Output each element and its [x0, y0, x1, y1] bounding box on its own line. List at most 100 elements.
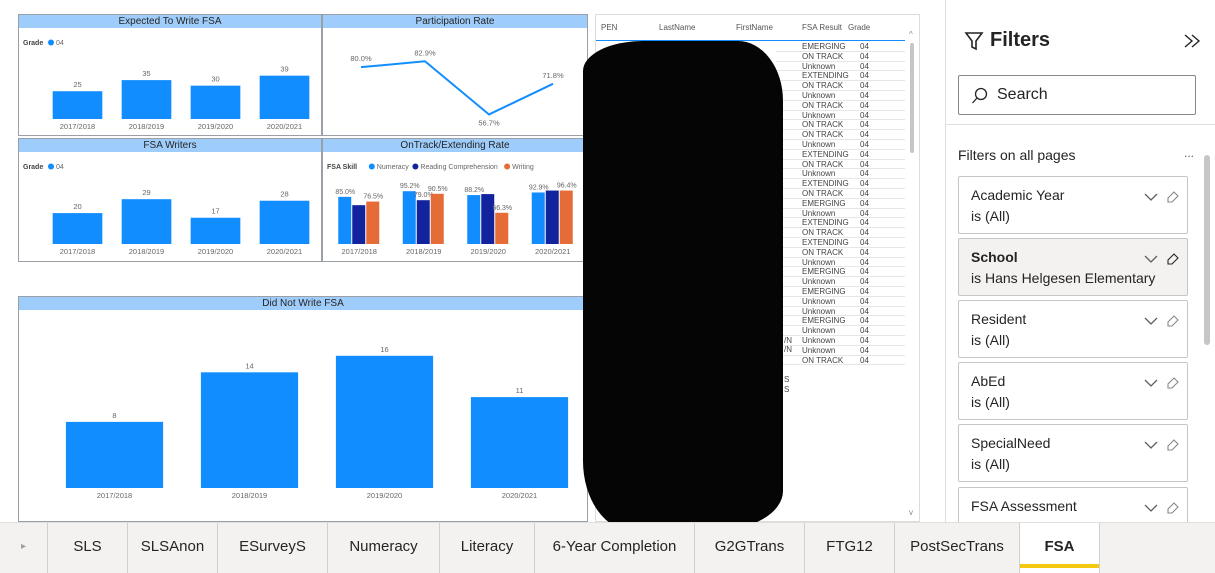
tab-ftg12[interactable]: FTG12: [805, 523, 895, 573]
tab-numeracy[interactable]: Numeracy: [328, 523, 440, 573]
fsa-result-cell: EXTENDING: [802, 218, 849, 228]
redaction-scribble: [583, 41, 783, 531]
eraser-icon[interactable]: [1166, 189, 1180, 203]
participation-chart-panel[interactable]: Participation Rate 80.0% 2017/2018 82.9% 20…: [322, 14, 588, 136]
chevron-down-icon[interactable]: [1144, 316, 1158, 326]
tab-esurveys[interactable]: ESurveyS: [218, 523, 328, 573]
filter-search-box[interactable]: Search: [958, 75, 1196, 115]
tab-label: PostSecTrans: [910, 538, 1004, 555]
col-grade[interactable]: Grade: [848, 23, 870, 32]
fsa-result-cell: EXTENDING: [802, 149, 849, 159]
data-label: 90.5%: [428, 186, 448, 193]
tab-postsectrans[interactable]: PostSecTrans: [895, 523, 1020, 573]
chevron-down-icon[interactable]: [1144, 378, 1158, 388]
ontrack-chart-panel[interactable]: OnTrack/Extending Rate FSA Skill Numeracy…: [322, 138, 588, 262]
col-fsa-result[interactable]: FSA Result: [802, 23, 842, 32]
grade-cell: 04: [860, 169, 869, 179]
col-firstname[interactable]: FirstName: [736, 23, 773, 32]
bar: [531, 192, 545, 244]
grade-cell: 04: [860, 159, 869, 169]
tab-6-year-completion[interactable]: 6-Year Completion: [535, 523, 695, 573]
filter-value: is Hans Helgesen Elementary: [971, 270, 1156, 286]
collapse-pane-icon[interactable]: [1182, 32, 1202, 50]
grade-cell: 04: [860, 277, 869, 287]
table-scrollbar[interactable]: ^ v: [908, 29, 916, 517]
grade-cell: 04: [860, 267, 869, 277]
tab-scroll-left-icon[interactable]: ▸: [0, 523, 48, 573]
tab-sls[interactable]: SLS: [48, 523, 128, 573]
data-label: 56.7%: [478, 118, 500, 127]
tab-label: 6-Year Completion: [552, 538, 677, 555]
chevron-down-icon[interactable]: [1144, 254, 1158, 264]
filter-value: is (All): [971, 208, 1010, 224]
fsa-result-cell: EXTENDING: [802, 238, 849, 247]
tab-literacy[interactable]: Literacy: [440, 523, 535, 573]
tab-fsa[interactable]: FSA: [1020, 523, 1100, 573]
grade-cell: 04: [860, 110, 869, 120]
tab-label: Literacy: [460, 538, 514, 555]
legend-marker: [368, 163, 375, 170]
filter-card[interactable]: School is Hans Helgesen Elementary: [958, 238, 1188, 296]
grade-cell: 04: [860, 198, 869, 208]
tab-slsanon[interactable]: SLSAnon: [128, 523, 218, 573]
bar: [416, 200, 430, 244]
filter-value: is (All): [971, 456, 1010, 472]
filters-section-label: Filters on all pages: [958, 147, 1076, 163]
bar: [200, 372, 299, 488]
eraser-icon[interactable]: [1166, 437, 1180, 451]
chevron-down-icon[interactable]: [1144, 192, 1158, 202]
filter-value: is (All): [971, 394, 1010, 410]
data-label: 96.4%: [557, 183, 577, 190]
filters-divider: [946, 124, 1215, 125]
legend-marker: [412, 163, 419, 170]
expected-chart-panel[interactable]: Expected To Write FSA Grade 04 25 2017/2018…: [18, 14, 322, 136]
svg-text:^: ^: [909, 30, 913, 39]
filter-card[interactable]: SpecialNeed is (All): [958, 424, 1188, 482]
col-lastname[interactable]: LastName: [659, 23, 695, 32]
grade-cell: 04: [860, 257, 869, 267]
grade-cell: 04: [860, 91, 869, 100]
legend-marker: [48, 39, 54, 46]
chevron-down-icon[interactable]: [1144, 440, 1158, 450]
x-tick-label: 2018/2019: [129, 122, 164, 131]
fsa-result-cell: Unknown: [802, 336, 836, 345]
filters-scrollbar[interactable]: [1204, 155, 1210, 345]
x-tick-label: 2017/2018: [342, 247, 377, 256]
legend-marker: [504, 163, 511, 170]
fsa-result-cell: ON TRACK: [802, 100, 844, 110]
filter-card[interactable]: AbEd is (All): [958, 362, 1188, 420]
legend-label: 04: [56, 164, 64, 171]
bar: [352, 205, 366, 244]
tab-label: FTG12: [826, 538, 873, 555]
chevron-down-icon[interactable]: [1144, 503, 1158, 513]
x-tick-label: 2019/2020: [471, 135, 506, 136]
eraser-icon[interactable]: [1166, 500, 1180, 514]
more-options-icon[interactable]: ...: [1184, 146, 1194, 160]
didnot-chart-title: Did Not Write FSA: [19, 297, 587, 310]
firstname-fragment: S: [784, 384, 790, 394]
firstname-fragment: S: [784, 374, 790, 384]
grade-cell: 04: [860, 296, 869, 306]
filter-card[interactable]: Academic Year is (All): [958, 176, 1188, 234]
eraser-icon[interactable]: [1166, 251, 1180, 265]
filter-name: AbEd: [971, 373, 1006, 389]
fsa-result-cell: Unknown: [802, 169, 836, 179]
legend-title: Grade: [23, 40, 43, 47]
fsa-result-cell: ON TRACK: [802, 247, 844, 257]
bar: [366, 201, 380, 244]
writers-chart-panel[interactable]: FSA Writers Grade 04 20 2017/2018 29 2018/201…: [18, 138, 322, 262]
data-label: 79.0%: [414, 192, 434, 199]
search-icon: [972, 87, 988, 104]
filter-card[interactable]: Resident is (All): [958, 300, 1188, 358]
fsa-result-cell: Unknown: [802, 257, 836, 267]
data-label: 20: [73, 202, 81, 211]
eraser-icon[interactable]: [1166, 313, 1180, 327]
selected-tab-underline: [1020, 564, 1099, 568]
fsa-result-cell: Unknown: [802, 110, 836, 120]
didnot-chart-panel[interactable]: Did Not Write FSA 8 2017/2018 14 2018/2019 1…: [18, 296, 588, 522]
data-label: 28: [280, 190, 288, 199]
bar: [121, 199, 172, 244]
col-pen[interactable]: PEN: [601, 23, 617, 32]
tab-g2gtrans[interactable]: G2GTrans: [695, 523, 805, 573]
eraser-icon[interactable]: [1166, 375, 1180, 389]
